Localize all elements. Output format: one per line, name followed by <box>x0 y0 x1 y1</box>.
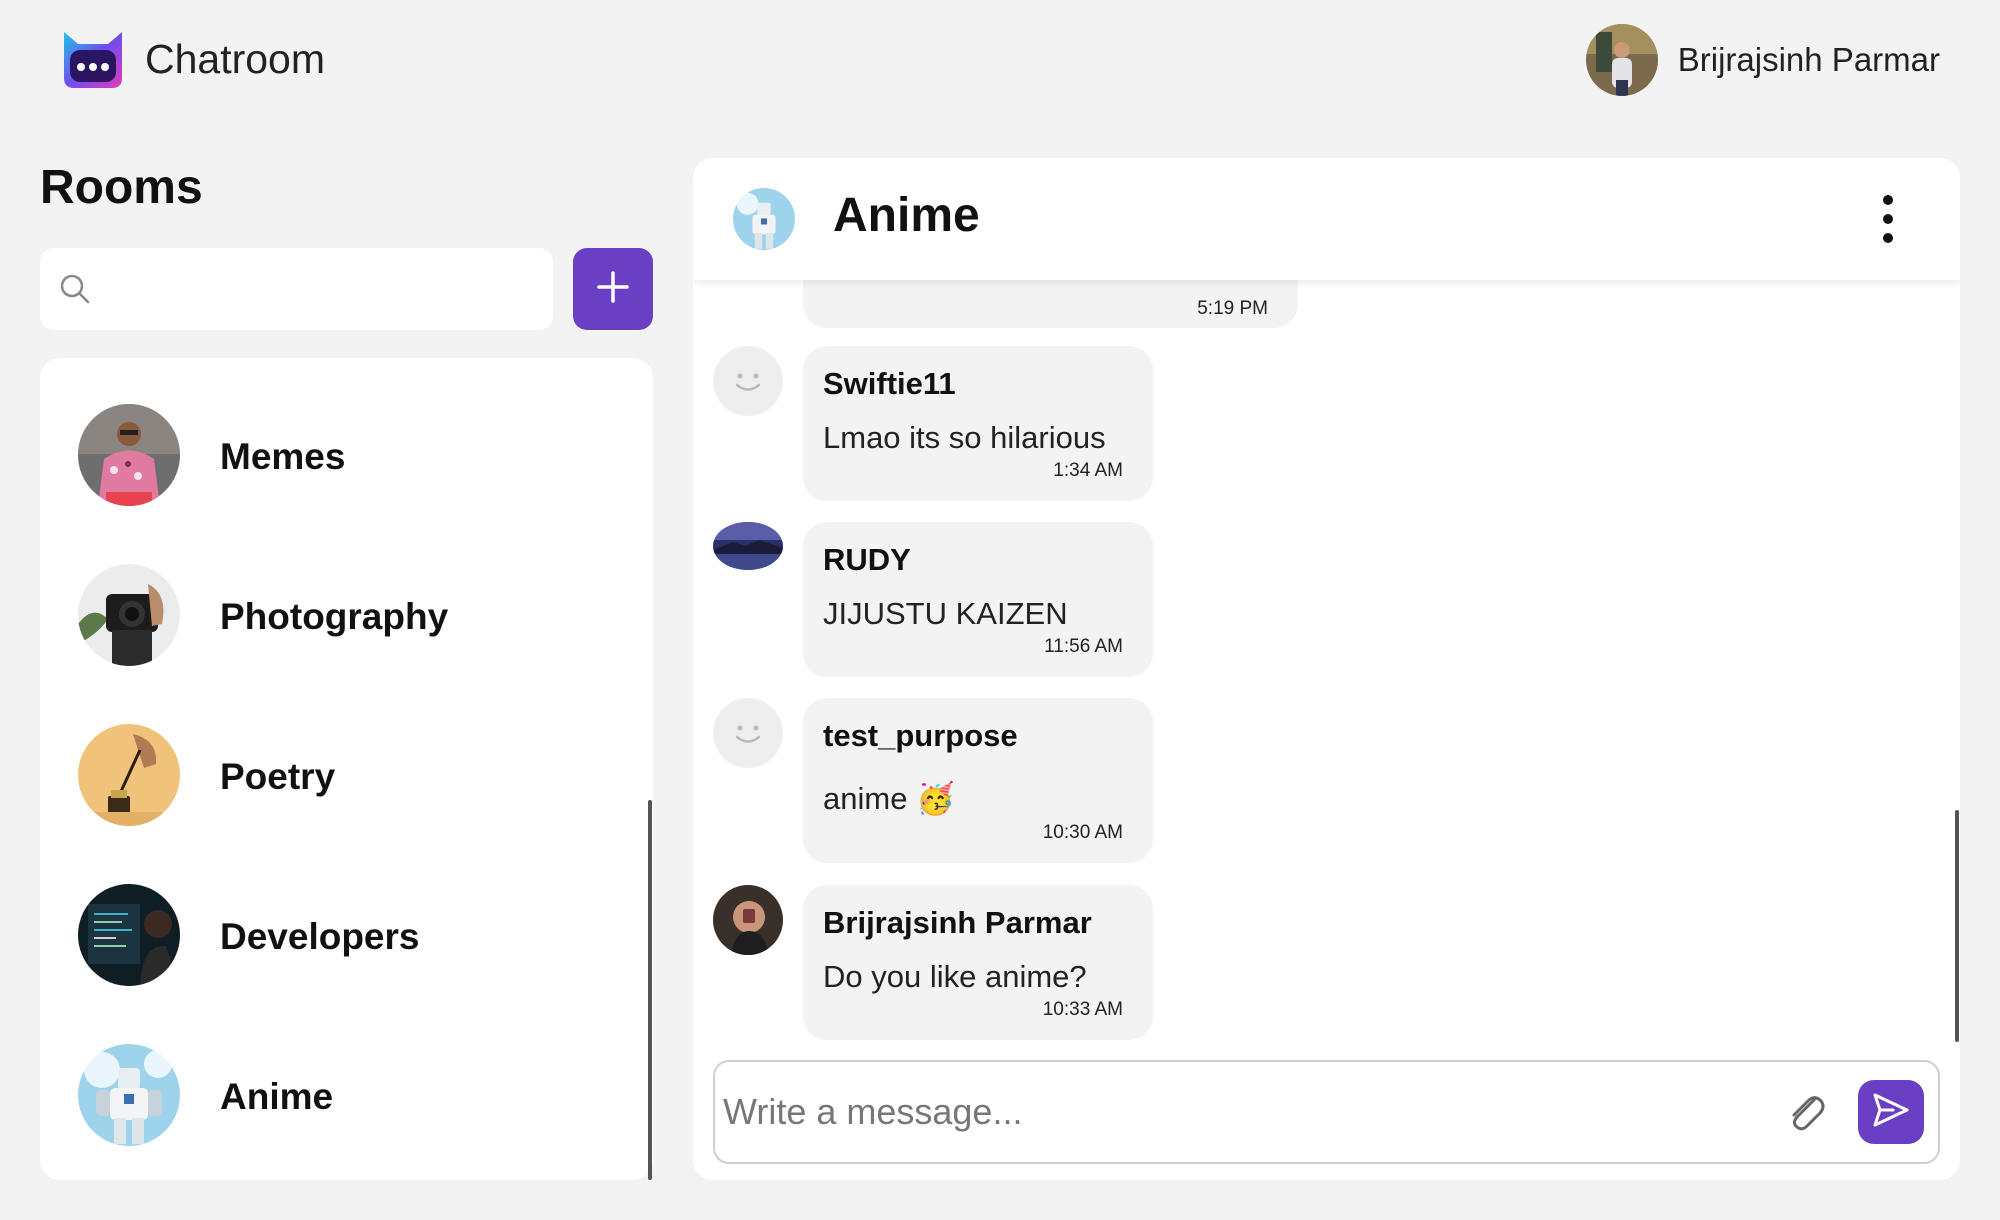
avatar[interactable] <box>713 885 783 955</box>
message-author: RUDY <box>823 542 911 577</box>
smiley-placeholder-icon <box>713 346 783 416</box>
avatar[interactable] <box>713 346 783 416</box>
message-bubble: test_purpose anime 🥳 10:30 AM <box>803 698 1153 863</box>
avatar[interactable] <box>713 522 783 570</box>
avatar[interactable] <box>713 698 783 768</box>
message-bubble: RUDY JIJUSTU KAIZEN 11:56 AM <box>803 522 1153 677</box>
add-room-button[interactable] <box>573 248 653 330</box>
user-name: Brijrajsinh Parmar <box>1677 41 1940 78</box>
room-name: Anime <box>220 1076 334 1117</box>
room-name: Photography <box>220 596 449 637</box>
room-search-box[interactable] <box>40 248 553 330</box>
room-avatar <box>78 884 180 986</box>
more-vertical-icon <box>1873 195 1903 250</box>
room-avatar <box>78 404 180 506</box>
message-text: JIJUSTU KAIZEN <box>823 596 1068 631</box>
send-icon <box>1871 1090 1911 1135</box>
message-text: Do you like anime? <box>823 959 1087 994</box>
message-time: 11:56 AM <box>1044 636 1123 657</box>
message-author: test_purpose <box>823 718 1018 753</box>
user-avatar[interactable] <box>1585 24 1658 96</box>
message-time: 10:33 AM <box>1042 999 1123 1020</box>
message-text: anime 🥳 <box>823 781 955 816</box>
app-header: Chatroom Brijrajsinh Parmar <box>0 0 2000 120</box>
plus-icon <box>595 269 631 310</box>
chatroom-logo-icon <box>60 30 126 90</box>
chat-header: Anime <box>693 158 1960 280</box>
room-name: Developers <box>220 916 420 957</box>
message-list-scrollbar[interactable] <box>1955 810 1959 1042</box>
room-avatar <box>78 564 180 666</box>
message-author: Brijrajsinh Parmar <box>823 905 1092 940</box>
attach-button[interactable] <box>1780 1086 1832 1138</box>
rooms-heading: Rooms <box>40 161 203 214</box>
room-item-developers[interactable]: Developers <box>40 858 653 1008</box>
more-options-button[interactable] <box>1873 192 1903 246</box>
search-icon <box>58 272 92 306</box>
message-bubble: Brijrajsinh Parmar Do you like anime? 10… <box>803 885 1153 1040</box>
message-time: 5:19 PM <box>1197 298 1268 319</box>
room-list-scrollbar[interactable] <box>648 800 652 1180</box>
chat-room-avatar[interactable] <box>733 188 795 250</box>
room-name: Memes <box>220 436 346 477</box>
room-search-input[interactable] <box>110 262 530 316</box>
chat-panel: Anime 5:19 PM Swiftie11 Lmao its so hila… <box>693 158 1960 1180</box>
room-avatar <box>78 724 180 826</box>
paperclip-icon <box>1780 1096 1832 1142</box>
send-button[interactable] <box>1858 1080 1924 1144</box>
app-title: Chatroom <box>145 36 326 82</box>
room-avatar <box>78 1044 180 1146</box>
room-name: Poetry <box>220 756 336 797</box>
message-time: 1:34 AM <box>1053 460 1123 481</box>
message-text: Lmao its so hilarious <box>823 420 1106 455</box>
message-time: 10:30 AM <box>1042 822 1123 843</box>
room-list: Memes Photography Poetry Developers Anim… <box>40 358 653 1180</box>
message-composer <box>713 1060 1940 1164</box>
room-item-photography[interactable]: Photography <box>40 538 653 688</box>
room-item-memes[interactable]: Memes <box>40 378 653 528</box>
room-item-poetry[interactable]: Poetry <box>40 698 653 848</box>
room-item-anime[interactable]: Anime <box>40 1018 653 1168</box>
user-profile[interactable]: Brijrajsinh Parmar <box>1585 24 1940 96</box>
chat-room-title: Anime <box>833 189 980 242</box>
message-author: Swiftie11 <box>823 366 956 401</box>
message-bubble: 5:19 PM <box>803 280 1298 328</box>
smiley-placeholder-icon <box>713 698 783 768</box>
message-bubble: Swiftie11 Lmao its so hilarious 1:34 AM <box>803 346 1153 501</box>
message-list: 5:19 PM Swiftie11 Lmao its so hilarious … <box>693 280 1960 1060</box>
message-input[interactable] <box>723 1082 1773 1142</box>
